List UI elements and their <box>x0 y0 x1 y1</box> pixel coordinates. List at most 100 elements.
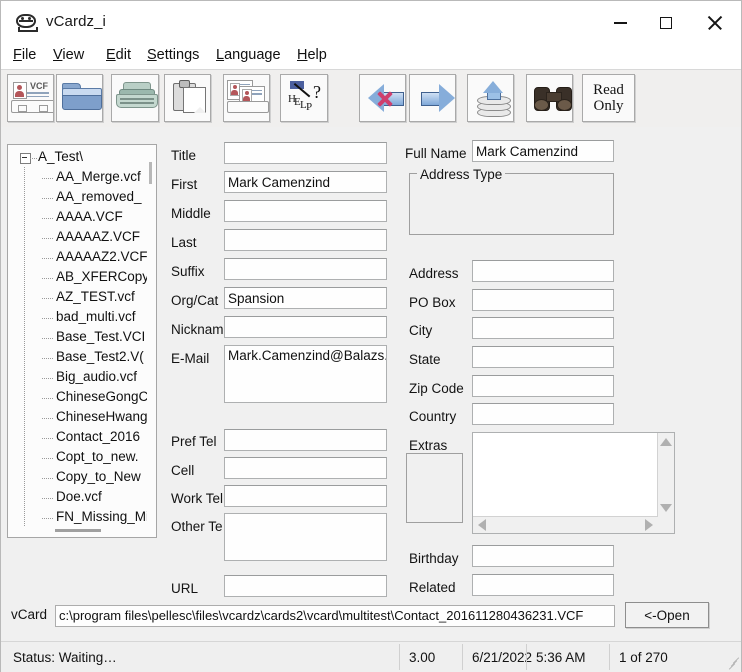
tree-item-label: Copt_to_new. <box>56 449 139 464</box>
toolbar-button-help[interactable]: H E L P ? <box>280 74 328 122</box>
scroll-right-icon[interactable] <box>645 519 653 531</box>
maximize-button[interactable] <box>643 1 689 45</box>
email-label: E-Mail <box>171 351 210 366</box>
related-input[interactable] <box>472 574 614 596</box>
address-input[interactable] <box>472 260 614 282</box>
title-input[interactable] <box>224 142 387 164</box>
org-cat-input[interactable]: Spansion <box>224 287 387 309</box>
tree-item[interactable]: ChineseHwang <box>8 408 156 428</box>
extras-textarea[interactable] <box>473 433 658 517</box>
toolbar-button-next[interactable] <box>409 74 456 122</box>
state-input[interactable] <box>472 346 614 368</box>
email-input[interactable]: Mark.Camenzind@Balazs.c <box>224 345 387 403</box>
toolbar-button-clipboard[interactable] <box>164 74 211 122</box>
tree-item[interactable]: bad_multi.vcf <box>8 308 156 328</box>
tree-item-label: AAAAAZ.VCF <box>56 229 141 244</box>
read-only-label-line2: Only <box>593 98 624 114</box>
first-input[interactable]: Mark Camenzind <box>224 171 387 193</box>
tree-item[interactable]: AAAA.VCF <box>8 208 156 228</box>
tree-item[interactable]: AB_XFERCopy <box>8 268 156 288</box>
tree-item[interactable]: AAAAAZ2.VCF <box>8 248 156 268</box>
menu-bar: File View Edit Settings Language Help <box>1 45 741 69</box>
tree-item[interactable]: Base_Test.VCI <box>8 328 156 348</box>
tree-item-label: AAAAAZ2.VCF <box>56 249 148 264</box>
middle-input[interactable] <box>224 200 387 222</box>
extras-horizontal-scrollbar[interactable] <box>473 516 658 533</box>
menu-language[interactable]: Language <box>216 47 281 63</box>
city-label: City <box>409 323 433 338</box>
tree-horizontal-scroll-thumb[interactable] <box>55 529 101 532</box>
toolbar-button-typewriter[interactable] <box>111 74 159 122</box>
work-tel-input[interactable] <box>224 485 387 507</box>
toolbar-button-multi-card[interactable] <box>223 74 270 122</box>
application-window: vCardz_i File View Edit Settings Languag… <box>0 0 742 672</box>
tree-item[interactable]: Doe.vcf <box>8 488 156 508</box>
tree-item[interactable]: AA_Merge.vcf <box>8 168 156 188</box>
close-button[interactable] <box>689 1 741 45</box>
menu-help[interactable]: Help <box>297 47 327 63</box>
minimize-button[interactable] <box>597 1 643 45</box>
clipboard-paste-icon <box>173 80 206 113</box>
tree-item[interactable]: Copy_to_New <box>8 468 156 488</box>
tree-item-label: ChineseGongC <box>56 389 149 404</box>
tree-root-node[interactable]: A_Test\ <box>8 148 156 168</box>
tree-item[interactable]: ChineseGongC <box>8 388 156 408</box>
title-bar-left: vCardz_i <box>15 11 106 32</box>
toolbar-button-open-folder[interactable] <box>56 74 103 122</box>
cell-input[interactable] <box>224 457 387 479</box>
tree-item[interactable]: Base_Test2.V( <box>8 348 156 368</box>
toolbar-button-search[interactable] <box>526 74 573 122</box>
state-label: State <box>409 352 441 367</box>
city-input[interactable] <box>472 317 614 339</box>
last-input[interactable] <box>224 229 387 251</box>
other-tel-input[interactable] <box>224 513 387 561</box>
tree-item-label: AB_XFERCopy <box>56 269 150 284</box>
tree-item[interactable]: AA_removed_ <box>8 188 156 208</box>
po-box-input[interactable] <box>472 289 614 311</box>
org-cat-label: Org/Cat <box>171 293 219 308</box>
toolbar-button-database-upload[interactable] <box>467 74 514 122</box>
toolbar-button-read-only[interactable]: Read Only <box>582 74 635 122</box>
birthday-input[interactable] <box>472 545 614 567</box>
tree-item[interactable]: Contact_2016 <box>8 428 156 448</box>
pref-tel-input[interactable] <box>224 429 387 451</box>
menu-file[interactable]: File <box>13 47 36 63</box>
tree-item[interactable]: AAAAAZ.VCF <box>8 228 156 248</box>
country-input[interactable] <box>472 403 614 425</box>
scroll-corner <box>658 517 674 533</box>
tree-vertical-scrollbar[interactable] <box>147 146 155 536</box>
scroll-up-icon[interactable] <box>660 438 672 446</box>
file-tree[interactable]: A_Test\ AA_Merge.vcf AA_removed_ AAAA.VC… <box>7 144 157 538</box>
zip-code-input[interactable] <box>472 375 614 397</box>
tree-horizontal-scrollbar[interactable] <box>9 526 155 536</box>
menu-edit[interactable]: Edit <box>106 47 131 63</box>
previous-delete-arrow-icon <box>368 84 405 112</box>
tree-item[interactable]: Copt_to_new. <box>8 448 156 468</box>
scroll-down-icon[interactable] <box>660 504 672 512</box>
toolbar-button-vcf-card[interactable]: VCF <box>7 74 54 122</box>
country-label: Country <box>409 409 457 424</box>
tree-item[interactable]: FN_Missing_Mi <box>8 508 156 528</box>
related-label: Related <box>409 580 456 595</box>
nickname-input[interactable] <box>224 316 387 338</box>
scroll-left-icon[interactable] <box>478 519 486 531</box>
version-cell: 3.00 <box>409 649 436 665</box>
tree-vertical-scroll-thumb[interactable] <box>149 162 152 184</box>
typewriter-icon <box>116 82 158 110</box>
resize-grip-icon[interactable] <box>726 657 740 670</box>
menu-view[interactable]: View <box>53 47 84 63</box>
menu-settings[interactable]: Settings <box>147 47 199 63</box>
tree-item[interactable]: Big_audio.vcf <box>8 368 156 388</box>
extras-vertical-scrollbar[interactable] <box>657 433 674 517</box>
full-name-input[interactable]: Mark Camenzind <box>472 140 614 162</box>
url-input[interactable] <box>224 575 387 597</box>
toolbar-button-previous-delete[interactable] <box>359 74 406 122</box>
open-button[interactable]: <-Open <box>625 602 709 628</box>
address-type-legend: Address Type <box>417 167 506 182</box>
database-upload-icon <box>477 81 511 117</box>
suffix-input[interactable] <box>224 258 387 280</box>
tree-items-container: A_Test\ AA_Merge.vcf AA_removed_ AAAA.VC… <box>8 148 156 528</box>
tree-item[interactable]: AZ_TEST.vcf <box>8 288 156 308</box>
vcard-path-input[interactable]: c:\program files\pellesc\files\vcardz\ca… <box>55 605 615 627</box>
app-logo-icon <box>15 11 38 32</box>
